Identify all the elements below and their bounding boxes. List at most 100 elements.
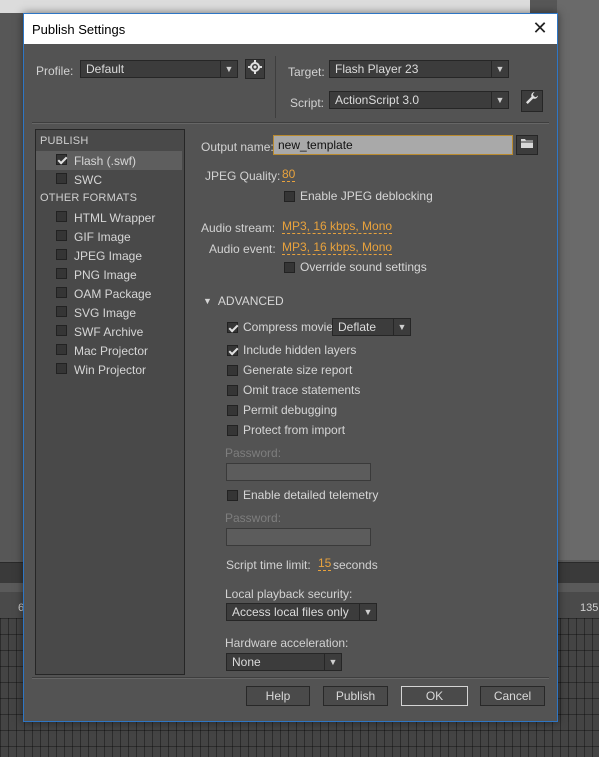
override-sound-label: Override sound settings <box>300 260 427 274</box>
override-sound-checkbox[interactable]: Override sound settings <box>284 260 427 274</box>
help-button[interactable]: Help <box>246 686 310 706</box>
telemetry-password-field <box>226 528 371 546</box>
format-item-mac-projector[interactable]: Mac Projector <box>36 341 182 360</box>
format-item-oam-package[interactable]: OAM Package <box>36 284 182 303</box>
format-checkbox[interactable] <box>56 306 67 317</box>
triangle-down-icon: ▼ <box>203 296 212 306</box>
include-hidden-layers-checkbox[interactable]: Include hidden layers <box>227 343 356 357</box>
format-item-swc[interactable]: SWC <box>36 170 182 189</box>
format-checkbox[interactable] <box>56 249 67 260</box>
format-item-swf-archive[interactable]: SWF Archive <box>36 322 182 341</box>
top-divider <box>275 56 276 118</box>
audio-event-value[interactable]: MP3, 16 kbps, Mono <box>282 241 393 255</box>
format-checkbox[interactable] <box>56 173 67 184</box>
checkbox-box[interactable] <box>227 489 238 501</box>
local-playback-security-value: Access local files only <box>232 605 349 619</box>
format-checkbox[interactable] <box>56 268 67 279</box>
checkbox-box[interactable] <box>227 424 238 436</box>
chevron-down-icon: ▼ <box>220 61 237 77</box>
checkbox-box[interactable] <box>227 344 238 356</box>
target-value: Flash Player 23 <box>335 62 419 76</box>
omit-trace-checkbox[interactable]: Omit trace statements <box>227 383 360 397</box>
compress-movie-checkbox[interactable]: Compress movie <box>227 320 333 334</box>
profile-label: Profile: <box>36 64 74 78</box>
format-checkbox[interactable] <box>56 211 67 222</box>
permit-debugging-checkbox[interactable]: Permit debugging <box>227 403 337 417</box>
output-name-field[interactable]: new_template <box>273 135 513 155</box>
local-playback-security-label: Local playback security: <box>225 587 353 601</box>
advanced-section-toggle[interactable]: ▼ ADVANCED <box>203 294 284 308</box>
folder-icon[interactable] <box>516 135 538 155</box>
chevron-down-icon: ▼ <box>324 654 341 670</box>
frame-number-right: 135 <box>580 602 599 614</box>
generate-size-report-label: Generate size report <box>243 363 353 377</box>
format-label: Mac Projector <box>74 344 149 358</box>
format-checkbox[interactable] <box>56 154 67 165</box>
generate-size-report-checkbox[interactable]: Generate size report <box>227 363 352 377</box>
format-item-html-wrapper[interactable]: HTML Wrapper <box>36 208 182 227</box>
script-time-limit-value[interactable]: 15 <box>318 557 332 571</box>
checkbox-box[interactable] <box>284 190 295 202</box>
telemetry-password-label: Password: <box>225 511 282 525</box>
format-item-jpeg-image[interactable]: JPEG Image <box>36 246 182 265</box>
format-item-svg-image[interactable]: SVG Image <box>36 303 182 322</box>
format-item-gif-image[interactable]: GIF Image <box>36 227 182 246</box>
profile-dropdown[interactable]: Default ▼ <box>80 60 238 78</box>
compression-dropdown[interactable]: Deflate ▼ <box>332 318 411 336</box>
format-item-win-projector[interactable]: Win Projector <box>36 360 182 379</box>
target-dropdown[interactable]: Flash Player 23 ▼ <box>329 60 509 78</box>
hardware-acceleration-dropdown[interactable]: None ▼ <box>226 653 342 671</box>
script-dropdown[interactable]: ActionScript 3.0 ▼ <box>329 91 509 109</box>
script-settings-wrench-icon[interactable] <box>521 90 543 112</box>
detailed-telemetry-label: Enable detailed telemetry <box>243 488 379 502</box>
checkbox-box[interactable] <box>227 384 238 396</box>
jpeg-deblocking-checkbox[interactable]: Enable JPEG deblocking <box>284 189 433 203</box>
compress-movie-label: Compress movie <box>243 320 334 334</box>
cancel-button[interactable]: Cancel <box>480 686 545 706</box>
protect-from-import-label: Protect from import <box>243 423 346 437</box>
close-icon[interactable]: ✕ <box>523 14 557 44</box>
compression-value: Deflate <box>338 320 377 334</box>
format-label: Win Projector <box>74 363 147 377</box>
advanced-label: ADVANCED <box>217 294 284 308</box>
format-checkbox[interactable] <box>56 325 67 336</box>
other-formats-header: OTHER FORMATS <box>40 192 138 204</box>
publish-settings-dialog: Publish Settings ✕ Profile: Default ▼ Ta… <box>23 13 558 722</box>
import-password-field <box>226 463 371 481</box>
format-checkbox[interactable] <box>56 363 67 374</box>
jpeg-quality-value[interactable]: 80 <box>282 168 296 182</box>
format-checkbox[interactable] <box>56 230 67 241</box>
format-label: SVG Image <box>74 306 137 320</box>
chevron-down-icon: ▼ <box>359 604 376 620</box>
jpeg-quality-label: JPEG Quality: <box>205 169 281 183</box>
format-item-flash[interactable]: Flash (.swf) <box>36 151 182 170</box>
format-label: Flash (.swf) <box>74 154 137 168</box>
format-checkbox[interactable] <box>56 287 67 298</box>
dialog-titlebar[interactable]: Publish Settings ✕ <box>24 14 557 44</box>
omit-trace-label: Omit trace statements <box>243 383 361 397</box>
format-label: SWF Archive <box>74 325 144 339</box>
hardware-acceleration-label: Hardware acceleration: <box>225 636 349 650</box>
local-playback-security-dropdown[interactable]: Access local files only ▼ <box>226 603 377 621</box>
audio-event-label: Audio event: <box>209 242 276 256</box>
detailed-telemetry-checkbox[interactable]: Enable detailed telemetry <box>227 488 378 502</box>
checkbox-box[interactable] <box>227 321 238 333</box>
checkbox-box[interactable] <box>227 364 238 376</box>
script-time-limit-label: Script time limit: <box>226 558 311 572</box>
include-hidden-layers-label: Include hidden layers <box>243 343 357 357</box>
format-item-png-image[interactable]: PNG Image <box>36 265 182 284</box>
publish-button[interactable]: Publish <box>323 686 388 706</box>
protect-from-import-checkbox[interactable]: Protect from import <box>227 423 345 437</box>
chevron-down-icon: ▼ <box>491 92 508 108</box>
profile-options-gear-icon[interactable] <box>245 59 265 79</box>
format-label: OAM Package <box>74 287 152 301</box>
checkbox-box[interactable] <box>227 404 238 416</box>
hardware-acceleration-value: None <box>232 655 261 669</box>
ok-button[interactable]: OK <box>401 686 468 706</box>
format-label: SWC <box>74 173 102 187</box>
checkbox-box[interactable] <box>284 261 295 273</box>
format-checkbox[interactable] <box>56 344 67 355</box>
output-name-label: Output name: <box>201 140 274 154</box>
audio-stream-value[interactable]: MP3, 16 kbps, Mono <box>282 220 393 234</box>
formats-list: PUBLISH Flash (.swf) SWC OTHER FORMATS H… <box>35 129 185 675</box>
